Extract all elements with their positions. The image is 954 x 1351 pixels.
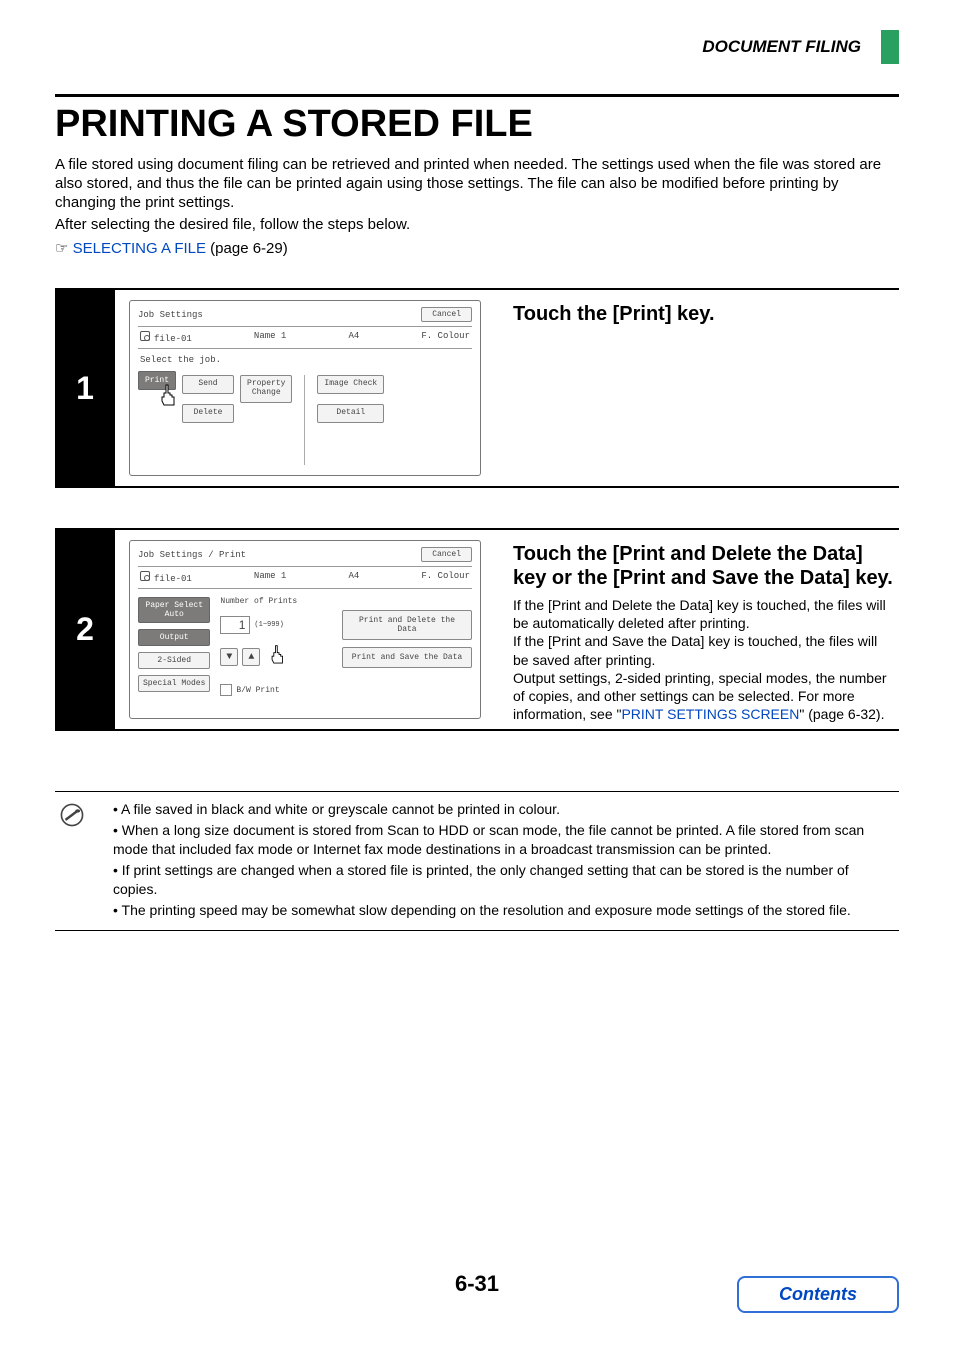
section-header: DOCUMENT FILING (55, 30, 899, 64)
section-title: DOCUMENT FILING (702, 37, 861, 57)
image-check-button[interactable]: Image Check (317, 375, 384, 394)
special-modes-button[interactable]: Special Modes (138, 675, 210, 692)
file-color: F. Colour (421, 331, 470, 344)
step-1: 1 Job Settings Cancel file-01 Name 1 A4 … (55, 288, 899, 488)
step-heading: Touch the [Print and Delete the Data] ke… (513, 542, 893, 590)
bw-checkbox[interactable] (220, 684, 232, 696)
step-body: If the [Print and Delete the Data] key i… (513, 596, 893, 723)
contents-button[interactable]: Contents (737, 1276, 899, 1313)
page-title: PRINTING A STORED FILE (55, 103, 899, 146)
file-row: file-01 Name 1 A4 F. Colour (138, 331, 472, 344)
file-icon (140, 331, 150, 341)
up-arrow-button[interactable]: ▲ (242, 648, 260, 666)
step-2: 2 Job Settings / Print Cancel file-01 Na… (55, 528, 899, 731)
note-item: The printing speed may be somewhat slow … (113, 901, 895, 920)
hand-pointer-icon (156, 383, 184, 413)
file-icon (140, 571, 150, 581)
copies-range: (1~999) (254, 621, 283, 629)
pointer-icon: ☞ (55, 241, 68, 257)
file-size: A4 (348, 331, 359, 344)
divider (304, 375, 305, 465)
job-settings-panel: Job Settings Cancel file-01 Name 1 A4 F.… (129, 300, 481, 476)
notes-box: A file saved in black and white or greys… (55, 791, 899, 930)
file-user: Name 1 (254, 331, 286, 344)
select-job-text: Select the job. (140, 355, 472, 365)
file-user: Name 1 (254, 571, 286, 584)
see-link: ☞ SELECTING A FILE (page 6-29) (55, 239, 899, 258)
intro-text: A file stored using document filing can … (55, 156, 899, 212)
paper-select-button[interactable]: Paper Select Auto (138, 597, 210, 623)
panel-title: Job Settings / Print (138, 550, 246, 560)
note-icon (59, 800, 85, 921)
file-name: file-01 (154, 334, 192, 344)
file-color: F. Colour (421, 571, 470, 584)
step-heading: Touch the [Print] key. (513, 302, 893, 326)
link-page: (page 6-29) (206, 240, 288, 257)
output-button[interactable]: Output (138, 629, 210, 646)
step-number: 1 (55, 290, 115, 486)
copies-value: 1 (220, 616, 250, 634)
note-item: If print settings are changed when a sto… (113, 861, 895, 899)
down-arrow-button[interactable]: ▼ (220, 648, 238, 666)
cancel-button[interactable]: Cancel (421, 547, 472, 562)
file-size: A4 (348, 571, 359, 584)
send-button[interactable]: Send (182, 375, 234, 394)
selecting-file-link[interactable]: SELECTING A FILE (73, 240, 206, 257)
print-save-button[interactable]: Print and Save the Data (342, 647, 472, 668)
print-panel: Job Settings / Print Cancel file-01 Name… (129, 540, 481, 719)
panel-title: Job Settings (138, 310, 203, 320)
hand-pointer-icon (266, 644, 292, 670)
file-row: file-01 Name 1 A4 F. Colour (138, 571, 472, 584)
detail-button[interactable]: Detail (317, 404, 384, 423)
print-settings-link[interactable]: PRINT SETTINGS SCREEN (621, 706, 799, 722)
step-number: 2 (55, 530, 115, 729)
bw-print-label: B/W Print (236, 686, 279, 695)
cancel-button[interactable]: Cancel (421, 307, 472, 322)
print-delete-button[interactable]: Print and Delete the Data (342, 610, 472, 640)
two-sided-button[interactable]: 2-Sided (138, 652, 210, 669)
property-change-button[interactable]: Property Change (240, 375, 292, 403)
note-item: When a long size document is stored from… (113, 821, 895, 859)
after-select-text: After selecting the desired file, follow… (55, 216, 899, 235)
delete-button[interactable]: Delete (182, 404, 234, 423)
file-name: file-01 (154, 574, 192, 584)
note-item: A file saved in black and white or greys… (113, 800, 895, 819)
rule-top (55, 94, 899, 97)
copies-label: Number of Prints (220, 597, 472, 606)
